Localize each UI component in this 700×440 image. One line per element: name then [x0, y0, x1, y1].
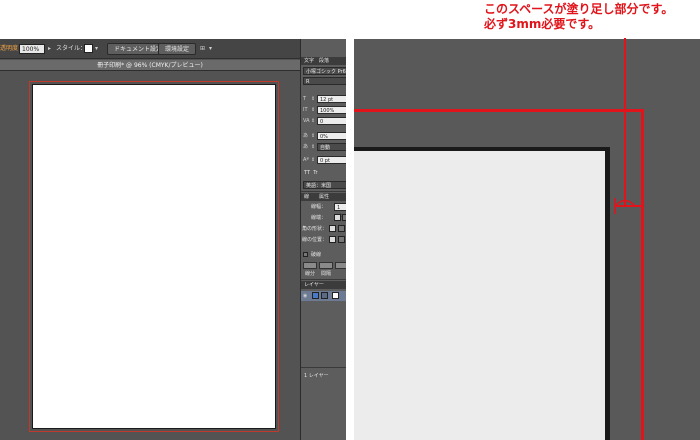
callout-line-2: 必ず3mm必要です。 — [484, 17, 601, 31]
bleed-marker — [614, 198, 636, 214]
bleed-callout: このスペースが塗り足し部分です。 必ず3mm必要です。 — [484, 2, 700, 32]
callout-line-1: このスペースが塗り足し部分です。 — [484, 2, 674, 16]
bleed-arc-icon — [614, 199, 636, 207]
